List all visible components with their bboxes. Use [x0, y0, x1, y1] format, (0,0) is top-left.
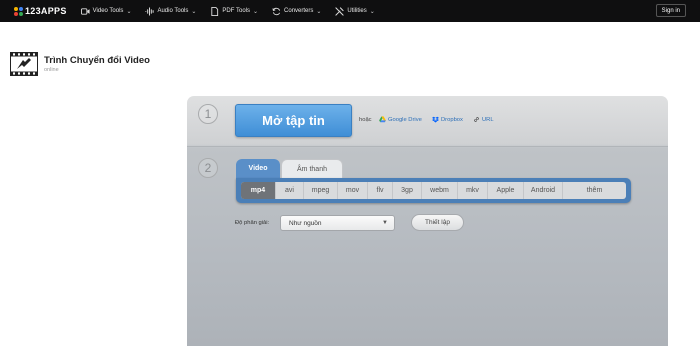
format-webm[interactable]: webm — [422, 182, 458, 199]
chevron-down-icon: ⌄ — [316, 8, 322, 15]
url-link[interactable]: URL — [473, 116, 494, 123]
logo-text: 123APPS — [25, 6, 67, 16]
google-drive-icon — [379, 116, 386, 123]
format-flv[interactable]: flv — [368, 182, 393, 199]
format-android[interactable]: Android — [524, 182, 563, 199]
format-3gp[interactable]: 3gp — [393, 182, 422, 199]
video-icon — [80, 7, 90, 16]
nav-audio-tools[interactable]: Audio Tools ⌄ — [145, 0, 196, 22]
tools-icon — [335, 6, 345, 16]
dropbox-link[interactable]: Dropbox — [432, 116, 463, 123]
nav-label: PDF Tools — [222, 8, 250, 14]
chevron-down-icon: ⌄ — [253, 8, 259, 15]
top-navbar: 123APPS Video Tools ⌄ Audio Tools ⌄ PDF … — [0, 0, 700, 22]
dropbox-icon — [432, 116, 439, 123]
chevron-down-icon: ⌄ — [126, 8, 132, 15]
step-1-number: 1 — [198, 104, 218, 124]
or-text: hoặc — [359, 117, 372, 123]
link-icon — [473, 116, 480, 123]
nav-video-tools[interactable]: Video Tools ⌄ — [80, 0, 132, 22]
format-bar: mp4 avi mpeg mov flv 3gp webm mkv Apple … — [236, 178, 631, 203]
sign-in-button[interactable]: Sign in — [655, 4, 686, 17]
step-divider — [187, 146, 668, 147]
nav-pdf-tools[interactable]: PDF Tools ⌄ — [210, 0, 258, 22]
chevron-down-icon: ⌄ — [191, 8, 197, 15]
resolution-value: Như nguồn — [289, 219, 322, 227]
nav-label: Audio Tools — [157, 8, 189, 14]
nav-label: Video Tools — [92, 8, 124, 14]
nav-label: Utilities — [347, 8, 367, 14]
convert-icon — [272, 7, 281, 16]
url-label: URL — [482, 116, 494, 123]
app-titles: Trình Chuyển đổi Video online — [44, 55, 150, 73]
pdf-icon — [210, 6, 219, 16]
converter-panel: 1 Mở tập tin hoặc Google Drive Dropbox U… — [187, 96, 668, 346]
dropbox-label: Dropbox — [441, 116, 463, 123]
resolution-label: Độ phân giải: — [235, 220, 270, 226]
format-mpeg[interactable]: mpeg — [304, 182, 338, 199]
audio-wave-icon — [145, 6, 155, 16]
format-avi[interactable]: avi — [276, 182, 304, 199]
settings-button[interactable]: Thiết lập — [411, 214, 464, 231]
tab-video[interactable]: Video — [236, 159, 280, 178]
chevron-down-icon: ▼ — [382, 220, 388, 226]
format-apple[interactable]: Apple — [488, 182, 524, 199]
logo-mark-icon — [14, 6, 23, 16]
page-subtitle: online — [44, 67, 59, 73]
format-list: mp4 avi mpeg mov flv 3gp webm mkv Apple … — [241, 182, 626, 199]
resolution-select[interactable]: Như nguồn ▼ — [280, 215, 395, 231]
format-mov[interactable]: mov — [338, 182, 368, 199]
chevron-down-icon: ⌄ — [369, 8, 375, 15]
app-header: Trình Chuyển đổi Video online — [10, 52, 150, 76]
nav-converters[interactable]: Converters ⌄ — [272, 0, 321, 22]
page-title: Trình Chuyển đổi Video — [44, 55, 150, 66]
google-drive-link[interactable]: Google Drive — [379, 116, 422, 123]
format-mp4[interactable]: mp4 — [241, 182, 276, 199]
site-logo[interactable]: 123APPS — [14, 0, 67, 22]
format-mkv[interactable]: mkv — [458, 182, 488, 199]
step-2-number: 2 — [198, 158, 218, 178]
tab-audio[interactable]: Âm thanh — [281, 159, 343, 178]
format-more[interactable]: thêm — [563, 182, 626, 199]
main-nav: Video Tools ⌄ Audio Tools ⌄ PDF Tools ⌄ … — [80, 0, 389, 22]
nav-utilities[interactable]: Utilities ⌄ — [335, 0, 375, 22]
google-drive-label: Google Drive — [388, 116, 422, 123]
open-file-button[interactable]: Mở tập tin — [235, 104, 352, 137]
nav-label: Converters — [284, 8, 314, 14]
video-converter-icon — [10, 52, 38, 76]
